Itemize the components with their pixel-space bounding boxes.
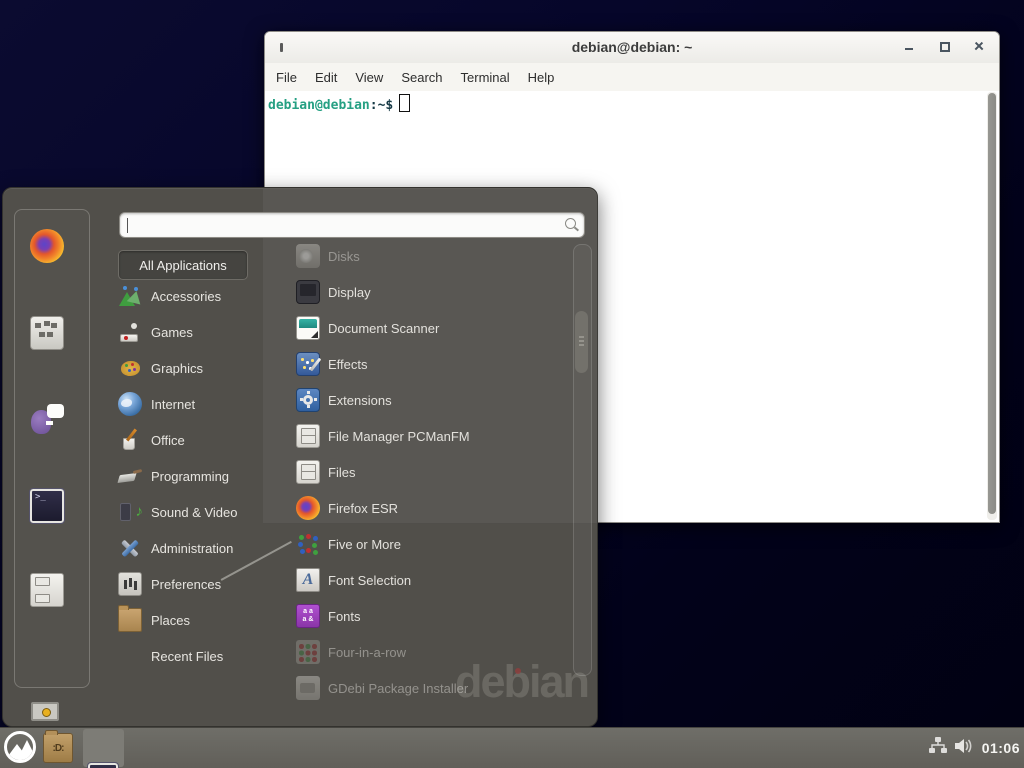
application-list: Disks Display Document Scanner Effects E… (265, 241, 571, 701)
all-applications-button[interactable]: All Applications (118, 250, 248, 280)
preferences-icon (118, 572, 142, 596)
category-preferences[interactable]: Preferences (118, 566, 264, 602)
font-selection-icon (296, 568, 320, 592)
minimize-icon[interactable] (903, 40, 915, 52)
administration-icon (118, 536, 142, 560)
category-office[interactable]: Office (118, 422, 264, 458)
terminal-title: debian@debian: ~ (265, 39, 999, 55)
category-internet[interactable]: Internet (118, 386, 264, 422)
taskbar-terminal-button[interactable] (83, 729, 124, 767)
clock[interactable]: 01:06 (982, 740, 1020, 756)
menu-edit[interactable]: Edit (306, 70, 346, 85)
files-icon (296, 460, 320, 484)
sound-video-icon (118, 500, 142, 524)
category-sound-video[interactable]: Sound & Video (118, 494, 264, 530)
programming-icon (118, 464, 142, 488)
firefox-icon (296, 496, 320, 520)
search-input[interactable] (119, 212, 585, 238)
search-icon (565, 218, 576, 229)
document-scanner-icon (296, 316, 320, 340)
app-four-in-a-row[interactable]: Four-in-a-row (265, 634, 571, 670)
disks-icon (296, 244, 320, 268)
four-in-a-row-icon (296, 640, 320, 664)
terminal-menubar: File Edit View Search Terminal Help (265, 63, 999, 92)
terminal-cursor (399, 94, 410, 112)
menu-terminal[interactable]: Terminal (452, 70, 519, 85)
app-five-or-more[interactable]: Five or More (265, 526, 571, 562)
taskbar-folder-icon[interactable] (43, 733, 73, 763)
category-accessories[interactable]: Accessories (118, 278, 264, 314)
internet-icon (118, 392, 142, 416)
app-disks[interactable]: Disks (265, 241, 571, 274)
app-fonts[interactable]: Fonts (265, 598, 571, 634)
search-caret (127, 218, 128, 233)
file-manager-icon (296, 424, 320, 448)
menu-scrollbar[interactable] (573, 244, 592, 676)
effects-icon (296, 352, 320, 376)
maximize-icon[interactable] (938, 40, 950, 52)
favorite-terminal-icon[interactable] (30, 489, 64, 523)
app-document-scanner[interactable]: Document Scanner (265, 310, 571, 346)
menu-view[interactable]: View (346, 70, 392, 85)
office-icon (118, 428, 142, 452)
network-icon[interactable] (929, 737, 947, 759)
app-firefox-esr[interactable]: Firefox ESR (265, 490, 571, 526)
places-icon (118, 608, 142, 632)
prompt-suffix: :~$ (370, 98, 393, 113)
favorite-firefox-icon[interactable] (30, 229, 64, 263)
favorite-file-manager-icon[interactable] (30, 573, 64, 607)
terminal-scrollbar-thumb[interactable] (988, 93, 996, 514)
menu-help[interactable]: Help (519, 70, 564, 85)
app-effects[interactable]: Effects (265, 346, 571, 382)
terminal-scrollbar[interactable] (987, 92, 997, 520)
fonts-icon (296, 604, 320, 628)
prompt-user-host: debian@debian (268, 98, 370, 113)
app-font-selection[interactable]: Font Selection (265, 562, 571, 598)
category-recent-files[interactable]: Recent Files (118, 638, 264, 674)
app-files[interactable]: Files (265, 454, 571, 490)
five-or-more-icon (296, 532, 320, 556)
app-display[interactable]: Display (265, 274, 571, 310)
shell-prompt: debian@debian:~$ (268, 94, 410, 113)
category-list: Accessories Games Graphics Internet Offi… (118, 278, 264, 674)
gdebi-icon (296, 676, 320, 700)
menu-file[interactable]: File (267, 70, 306, 85)
app-file-manager-pcmanfm[interactable]: File Manager PCManFM (265, 418, 571, 454)
favorite-pidgin-icon[interactable] (30, 402, 64, 436)
menu-scrollbar-thumb[interactable] (575, 311, 588, 373)
category-programming[interactable]: Programming (118, 458, 264, 494)
terminal-titlebar[interactable]: debian@debian: ~ (265, 32, 999, 64)
taskbar-terminal-icon[interactable] (88, 763, 118, 768)
all-applications-label: All Applications (139, 258, 226, 273)
favorites-panel (14, 209, 90, 688)
close-icon[interactable] (973, 40, 985, 52)
desktop: debian@debian: ~ File Edit View Search T… (0, 0, 1024, 768)
category-games[interactable]: Games (118, 314, 264, 350)
menu-button-icon[interactable] (4, 731, 36, 763)
app-extensions[interactable]: Extensions (265, 382, 571, 418)
graphics-icon (118, 356, 142, 380)
volume-icon[interactable] (955, 738, 974, 759)
category-administration[interactable]: Administration (118, 530, 264, 566)
app-gdebi-package-installer[interactable]: GDebi Package Installer (265, 670, 571, 701)
menu-search[interactable]: Search (392, 70, 451, 85)
taskbar: 01:06 (0, 727, 1024, 768)
extensions-icon (296, 388, 320, 412)
category-places[interactable]: Places (118, 602, 264, 638)
accessories-icon (118, 284, 142, 308)
application-menu: debian All Applications Accessories Game… (2, 187, 598, 727)
category-graphics[interactable]: Graphics (118, 350, 264, 386)
games-icon (118, 320, 142, 344)
display-icon (296, 280, 320, 304)
favorite-keyboard-icon[interactable] (30, 316, 64, 350)
